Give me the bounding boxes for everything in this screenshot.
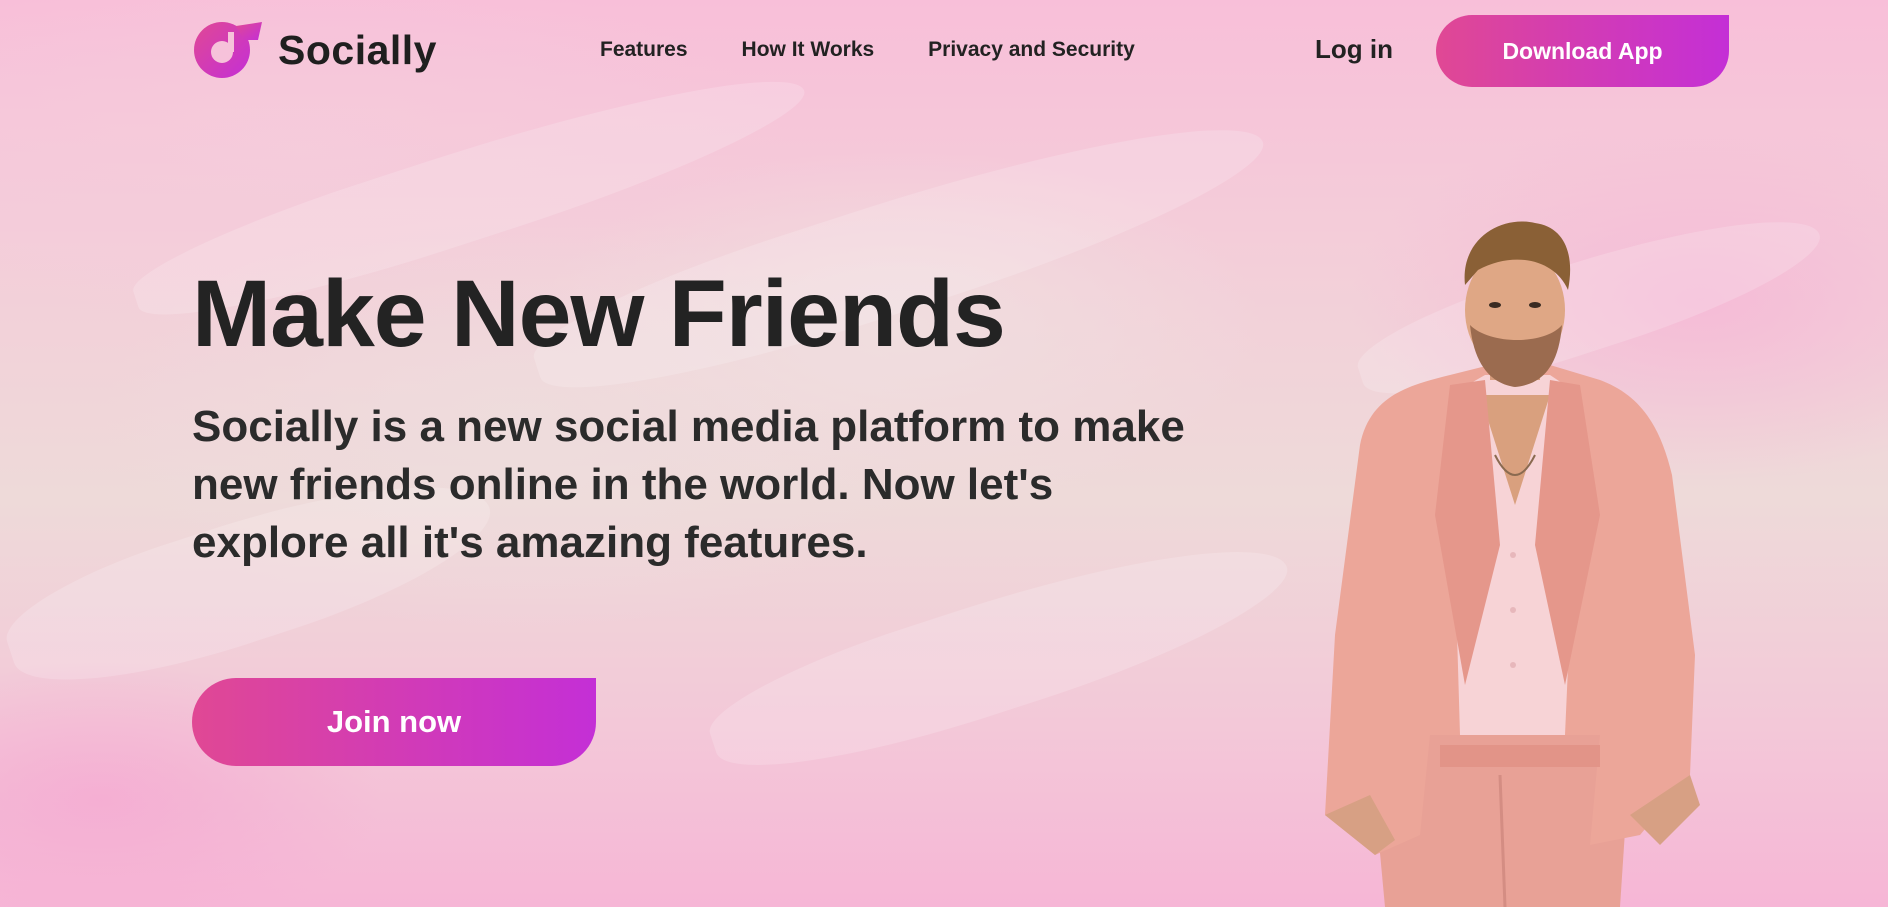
join-now-button[interactable]: Join now (192, 678, 596, 766)
music-note-bubble-icon (194, 22, 262, 78)
brand-name: Socially (278, 26, 437, 73)
nav-link-how-it-works[interactable]: How It Works (742, 38, 875, 62)
brand-logo[interactable]: Socially (192, 20, 437, 80)
hero-subtitle: Socially is a new social media platform … (192, 402, 1185, 567)
nav-link-features[interactable]: Features (600, 38, 688, 62)
site-header: Socially Features How It Works Privacy a… (0, 0, 1888, 100)
download-app-button[interactable]: Download App (1436, 15, 1729, 87)
hero-title: Make New Friends (192, 261, 1006, 367)
hero-person-image (1325, 221, 1700, 907)
login-link[interactable]: Log in (1315, 34, 1393, 65)
nav-link-privacy-and-security[interactable]: Privacy and Security (928, 38, 1135, 62)
main-navigation: Features How It Works Privacy and Securi… (600, 38, 1135, 62)
